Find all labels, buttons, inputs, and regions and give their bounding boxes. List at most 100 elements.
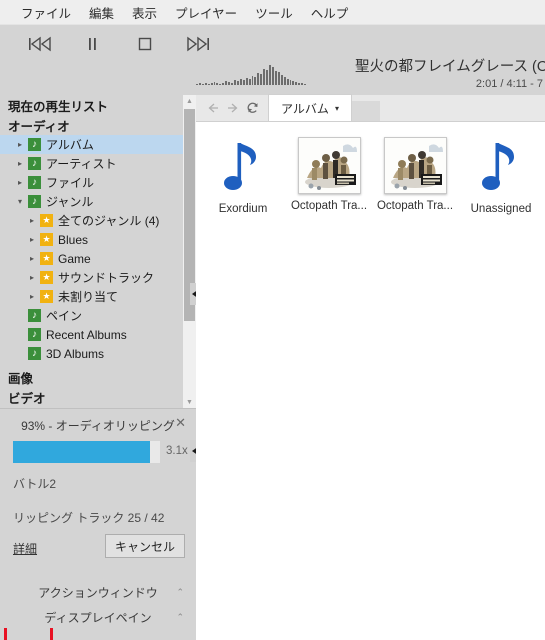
skip-previous-icon[interactable] [26, 31, 56, 57]
tree-item-8[interactable]: ▸ ★ 未割り当て [0, 287, 196, 306]
album-label: Octopath Tra... [290, 200, 368, 212]
visualizer-bar [292, 81, 295, 85]
tree-item-11[interactable]: ♪ 3D Albums [0, 344, 196, 363]
tree-item-7[interactable]: ▸ ★ サウンドトラック [0, 268, 196, 287]
tree-item-label: 3D Albums [46, 346, 105, 361]
tree-item-3[interactable]: ▾ ♪ ジャンル [0, 192, 196, 211]
arrow-left-icon[interactable] [204, 99, 222, 117]
chevron-up-icon: ⌃ [176, 611, 184, 622]
sidebar-section-audio[interactable]: オーディオ ▾ [0, 115, 196, 135]
cancel-button[interactable]: キャンセル [105, 534, 185, 558]
sidebar-section-images[interactable]: 画像 ▸ [0, 367, 196, 387]
album-cell[interactable]: Exordium [200, 133, 286, 215]
tab-albums[interactable]: アルバム ▾ [268, 94, 352, 121]
twisty-collapsed-icon[interactable]: ▸ [12, 140, 28, 149]
music-note-icon: ♪ [28, 328, 41, 341]
details-link[interactable]: 詳細 [13, 540, 37, 557]
sidebar-section-label: 現在の再生リスト [8, 99, 109, 114]
visualizer-bar [298, 83, 301, 85]
visualizer-bar [271, 67, 274, 85]
pause-icon[interactable] [78, 31, 108, 57]
menu-item-view[interactable]: 表示 [123, 1, 166, 24]
visualizer-bar [277, 72, 280, 85]
visualizer-bar [257, 73, 260, 85]
scroll-up-icon[interactable]: ▲ [183, 95, 196, 107]
refresh-icon[interactable] [244, 99, 262, 117]
tree-item-9[interactable]: ♪ ペイン [0, 306, 196, 325]
album-label: Octopath Tra... [376, 200, 454, 212]
tree-item-0[interactable]: ▸ ♪ アルバム [0, 135, 196, 154]
twisty-collapsed-icon[interactable]: ▸ [24, 235, 40, 244]
skip-next-icon[interactable] [182, 31, 212, 57]
menu-bar: ファイル 編集 表示 プレイヤー ツール ヘルプ [0, 0, 545, 25]
tree-item-10[interactable]: ♪ Recent Albums [0, 325, 196, 344]
tree-item-label: 未割り当て [58, 290, 119, 304]
visualizer-bar [231, 83, 233, 85]
visualizer-bar [225, 81, 228, 85]
album-label: Exordium [218, 203, 268, 215]
tree-item-2[interactable]: ▸ ♪ ファイル [0, 173, 196, 192]
twisty-collapsed-icon[interactable]: ▸ [24, 216, 40, 225]
twisty-collapsed-icon[interactable]: ▸ [24, 273, 40, 282]
ripping-progress-bar [13, 441, 160, 463]
tree-item-label: Game [58, 251, 91, 266]
sidebar-section-now-playing[interactable]: 現在の再生リスト ▸ [0, 95, 196, 115]
sidebar-scrollbar[interactable]: ▲ ▼ [183, 95, 196, 408]
twisty-collapsed-icon[interactable]: ▸ [24, 292, 40, 301]
arrow-right-icon[interactable] [224, 99, 242, 117]
album-cell[interactable]: Octopath Tra... [286, 133, 372, 215]
visualizer-bar [245, 78, 248, 85]
visualizer-bar [283, 77, 286, 85]
pane-header-display-pane[interactable]: ディスプレイペイン ⌃ [0, 606, 196, 628]
star-icon: ★ [40, 271, 53, 284]
tree-item-label: Recent Albums [46, 327, 127, 342]
menu-item-edit[interactable]: 編集 [80, 1, 123, 24]
visualizer-bar [304, 84, 307, 85]
tree-item-label: ファイル [46, 176, 95, 190]
twisty-collapsed-icon[interactable]: ▸ [12, 178, 28, 187]
ripping-track-status: リッピング トラック 25 / 42 [13, 511, 165, 525]
tree-item-4[interactable]: ▸ ★ 全てのジャンル (4) [0, 211, 196, 230]
now-playing-info: 聖火の都フレイムグレース (Octo 2:01 / 4:11 - 7 [355, 57, 545, 91]
album-cell[interactable]: Octopath Tra... [372, 133, 458, 215]
tree-rows-container: ▸ ♪ アルバム ▸ ♪ アーティスト ▸ ♪ ファイル ▾ ♪ ジャンル ▸ ★ 全てのジャンル (4) ▸… [0, 135, 196, 363]
tree-item-label: アーティスト [46, 157, 117, 171]
transport-controls [26, 31, 212, 57]
twisty-collapsed-icon[interactable]: ▸ [24, 254, 40, 263]
tree-item-6[interactable]: ▸ ★ Game [0, 249, 196, 268]
tab-strip-spacer [352, 101, 380, 121]
visualizer-bar [201, 84, 204, 85]
pane-label: アクションウィンドウ [38, 585, 158, 600]
sidebar-section-label: オーディオ [8, 119, 70, 134]
album-cell[interactable]: Unassigned [458, 133, 544, 215]
tree-item-label: ジャンル [46, 195, 94, 209]
visualizer-bar [301, 83, 304, 85]
twisty-expanded-icon[interactable]: ▾ [12, 197, 28, 206]
menu-item-tools[interactable]: ツール [246, 1, 302, 24]
menu-item-player[interactable]: プレイヤー [166, 1, 246, 24]
menu-item-help[interactable]: ヘルプ [302, 1, 358, 24]
album-grid: Exordium Octopath Tra... Octopath Tra... Un… [196, 123, 545, 215]
content-pane: アルバム ▾ Exordium Octopath Tra... Octopath T… [196, 94, 545, 640]
album-label: Unassigned [470, 203, 532, 215]
tree-item-1[interactable]: ▸ ♪ アーティスト [0, 154, 196, 173]
chevron-down-icon: ▾ [334, 103, 339, 113]
stop-icon[interactable] [130, 31, 160, 57]
scroll-down-icon[interactable]: ▼ [183, 396, 196, 408]
now-playing-title: 聖火の都フレイムグレース (Octo [355, 59, 545, 75]
navigation-tree: 現在の再生リスト ▸ オーディオ ▾ ▸♪アルバム▸♪アーティスト▸♪ファイル▾… [0, 95, 196, 408]
visualizer-bar [204, 83, 207, 85]
music-note-icon: ♪ [28, 309, 41, 322]
menu-item-file[interactable]: ファイル [12, 1, 80, 24]
twisty-collapsed-icon[interactable]: ▸ [12, 159, 28, 168]
pane-header-action-window[interactable]: アクションウィンドウ ⌃ [0, 581, 196, 603]
left-sidebar: 現在の再生リスト ▸ オーディオ ▾ ▸♪アルバム▸♪アーティスト▸♪ファイル▾… [0, 95, 196, 640]
visualizer-bar [254, 77, 257, 85]
visualizer-bar [213, 82, 216, 85]
ripping-speed: 3.1x [166, 445, 188, 457]
tree-item-label: 全てのジャンル (4) [58, 214, 160, 228]
music-note-icon [212, 137, 274, 197]
tree-item-5[interactable]: ▸ ★ Blues [0, 230, 196, 249]
sidebar-section-video[interactable]: ビデオ ▸ [0, 387, 196, 407]
close-icon[interactable]: ✕ [175, 415, 186, 431]
